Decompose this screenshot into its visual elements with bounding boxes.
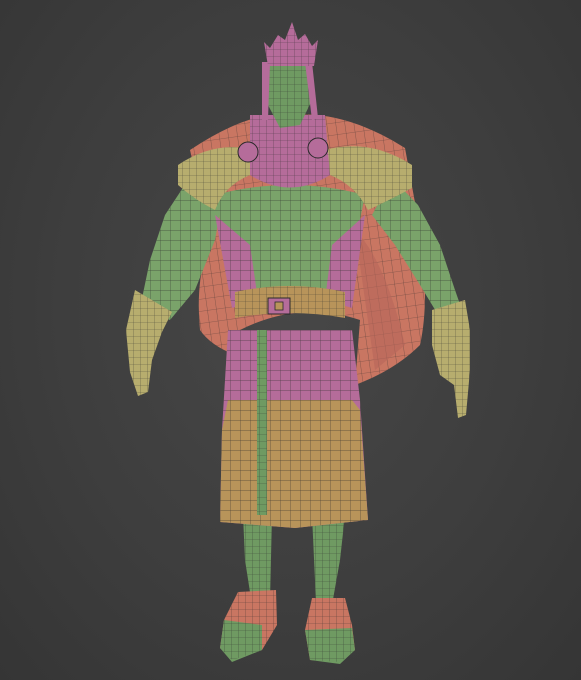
belt bbox=[235, 286, 345, 318]
3d-viewport[interactable] bbox=[0, 0, 581, 680]
right-boot bbox=[305, 598, 355, 664]
tunic-skirt bbox=[220, 330, 368, 528]
left-boot bbox=[220, 590, 277, 662]
crown bbox=[264, 22, 318, 66]
character-model[interactable] bbox=[0, 0, 581, 680]
right-glove bbox=[432, 300, 470, 418]
